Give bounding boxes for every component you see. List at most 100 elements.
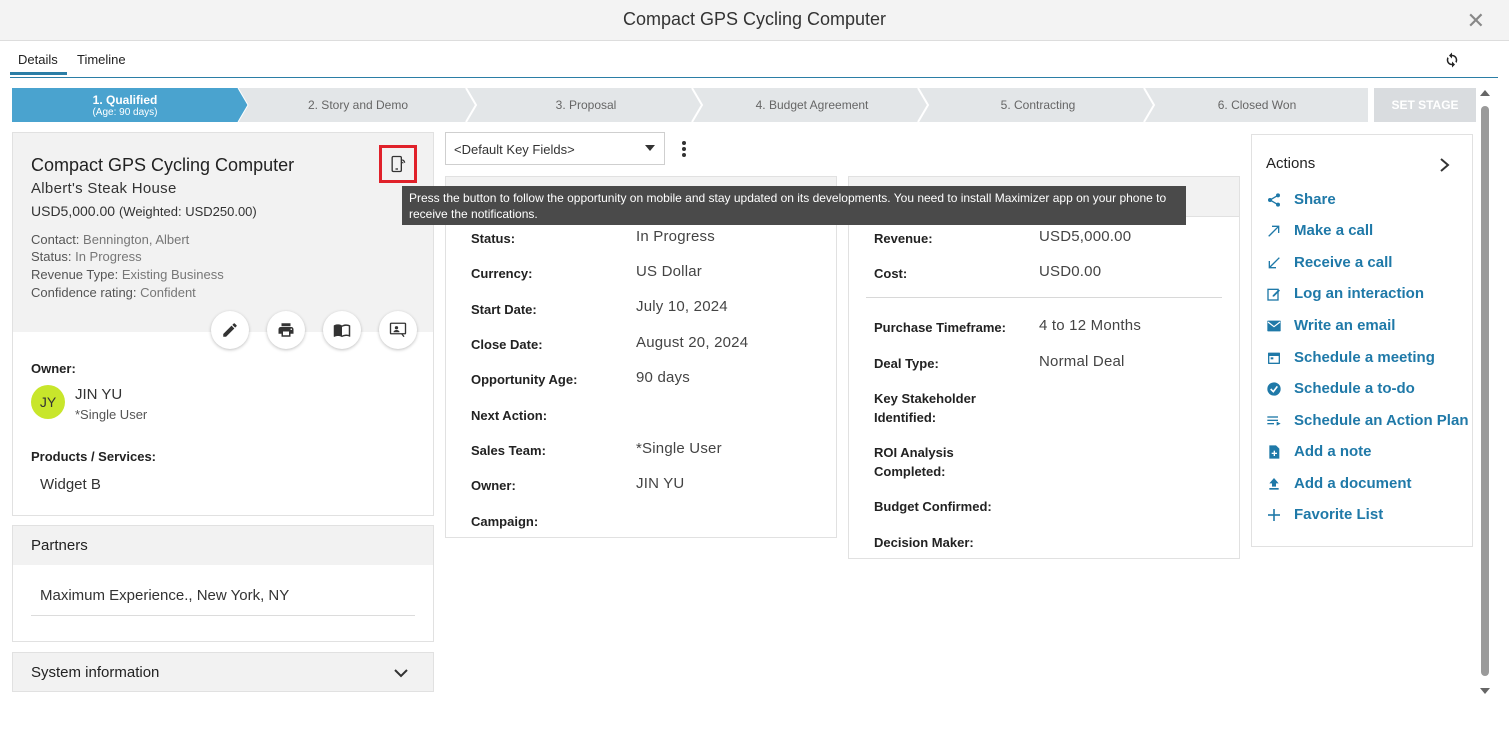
action-label: Favorite List: [1294, 506, 1384, 523]
incoming-call-icon: [1266, 255, 1282, 271]
share-icon: [1266, 192, 1282, 208]
stage-closed-won[interactable]: 6. Closed Won: [1154, 88, 1360, 122]
opportunity-summary-card: Compact GPS Cycling Computer Albert's St…: [12, 132, 434, 516]
info-label: Revenue Type:: [31, 267, 119, 282]
field-value: USD0.00: [1039, 263, 1102, 280]
caret-down-icon: [645, 145, 655, 151]
close-icon[interactable]: ✕: [1467, 8, 1485, 34]
stage-budget-agreement[interactable]: 4. Budget Agreement: [702, 88, 922, 122]
stage-proposal[interactable]: 3. Proposal: [476, 88, 696, 122]
scrollbar-thumb[interactable]: [1481, 106, 1489, 676]
action-label: Add a document: [1294, 475, 1412, 492]
action-label: Receive a call: [1294, 254, 1393, 271]
field-value: 90 days: [636, 369, 690, 386]
field-label: Currency:: [471, 266, 533, 281]
field-value: USD5,000.00: [1039, 228, 1132, 245]
action-label: Schedule a meeting: [1294, 349, 1435, 366]
opportunity-title: Compact GPS Cycling Computer: [31, 155, 295, 175]
field-value: JIN YU: [636, 475, 685, 492]
more-options-icon[interactable]: [680, 140, 688, 158]
field-value: *Single User: [636, 440, 722, 457]
info-revenue-type: Revenue Type: Existing Business: [31, 267, 224, 282]
stage-story-and-demo[interactable]: 2. Story and Demo: [248, 88, 468, 122]
partners-card: Partners Maximum Experience., New York, …: [12, 525, 434, 642]
partner-divider: [31, 615, 415, 616]
refresh-icon[interactable]: [1443, 51, 1461, 69]
outgoing-call-icon: [1266, 223, 1282, 239]
field-label: Cost:: [874, 266, 908, 281]
calendar-icon: [1266, 350, 1282, 366]
stage-label: 1. Qualified: [92, 92, 158, 107]
product-item[interactable]: Widget B: [40, 476, 101, 493]
field-label: Deal Type:: [874, 356, 939, 371]
field-value: July 10, 2024: [636, 298, 728, 315]
key-fields-panel-right: Revenue: USD5,000.00 Cost: USD0.00 Purch…: [848, 176, 1240, 559]
info-contact: Contact: Bennington, Albert: [31, 232, 189, 247]
key-fields-select[interactable]: <Default Key Fields>: [445, 132, 665, 165]
system-information-title: System information: [31, 664, 160, 681]
scroll-down-icon[interactable]: [1480, 688, 1490, 694]
chevron-right-icon[interactable]: [1438, 157, 1452, 173]
action-add-a-document[interactable]: Add a document: [1266, 475, 1412, 492]
tab-details[interactable]: Details: [18, 52, 58, 67]
action-label: Share: [1294, 191, 1336, 208]
tab-timeline[interactable]: Timeline: [77, 52, 126, 67]
check-circle-icon: [1266, 381, 1282, 397]
stage-contracting[interactable]: 5. Contracting: [928, 88, 1148, 122]
action-favorite-list[interactable]: Favorite List: [1266, 506, 1383, 523]
mobile-follow-icon: [391, 155, 406, 173]
field-value: US Dollar: [636, 263, 702, 280]
action-add-a-note[interactable]: Add a note: [1266, 443, 1372, 460]
upload-icon: [1266, 476, 1282, 492]
print-button[interactable]: [267, 311, 305, 349]
field-value: August 20, 2024: [636, 334, 749, 351]
set-stage-button[interactable]: SET STAGE: [1374, 88, 1476, 122]
action-label: Schedule an Action Plan: [1294, 412, 1469, 429]
stage-qualified[interactable]: 1. Qualified (Age: 90 days): [12, 88, 238, 122]
presentation-button[interactable]: [379, 311, 417, 349]
info-label: Contact:: [31, 232, 80, 247]
section-divider: [866, 297, 1222, 298]
action-schedule-a-meeting[interactable]: Schedule a meeting: [1266, 349, 1435, 366]
company-name: Albert's Steak House: [31, 180, 177, 197]
scroll-up-icon[interactable]: [1480, 90, 1490, 96]
info-value: In Progress: [75, 249, 142, 264]
action-write-an-email[interactable]: Write an email: [1266, 317, 1395, 334]
active-tab-indicator: [10, 72, 67, 75]
action-schedule-an-action-plan[interactable]: Schedule an Action Plan: [1266, 412, 1468, 429]
tab-divider: [10, 77, 1498, 78]
partner-item[interactable]: Maximum Experience., New York, NY: [40, 587, 289, 604]
partners-title: Partners: [31, 537, 88, 554]
key-fields-selected: <Default Key Fields>: [454, 142, 575, 157]
action-label: Schedule a to-do: [1294, 380, 1415, 397]
playbook-button[interactable]: [323, 311, 361, 349]
action-share[interactable]: Share: [1266, 191, 1336, 208]
owner-name[interactable]: JIN YU: [75, 386, 122, 403]
action-plan-icon: [1266, 413, 1282, 429]
field-label: Owner:: [471, 478, 516, 493]
action-label: Write an email: [1294, 317, 1396, 334]
edit-button[interactable]: [211, 311, 249, 349]
field-label: Budget Confirmed:: [874, 499, 992, 514]
action-label: Add a note: [1294, 443, 1372, 460]
action-receive-a-call[interactable]: Receive a call: [1266, 254, 1392, 271]
info-value: Bennington, Albert: [83, 232, 190, 247]
field-label: Status:: [471, 231, 516, 246]
chevron-down-icon[interactable]: [393, 667, 409, 679]
actions-title: Actions: [1266, 155, 1316, 172]
follow-on-mobile-button[interactable]: [379, 145, 417, 183]
action-schedule-a-to-do[interactable]: Schedule a to-do: [1266, 380, 1415, 397]
field-label: Sales Team:: [471, 443, 546, 458]
field-label: Next Action:: [471, 408, 548, 423]
pencil-icon: [223, 323, 237, 337]
info-label: Status:: [31, 249, 72, 264]
action-make-a-call[interactable]: Make a call: [1266, 222, 1373, 239]
avatar: JY: [31, 385, 65, 419]
amount-value: USD5,000.00: [31, 203, 116, 219]
field-label: Purchase Timeframe:: [874, 320, 1006, 335]
system-information-section[interactable]: System information: [12, 652, 434, 692]
action-log-an-interaction[interactable]: Log an interaction: [1266, 285, 1424, 302]
field-value: Normal Deal: [1039, 353, 1125, 370]
opportunity-amount: USD5,000.00 (Weighted: USD250.00): [31, 203, 257, 219]
window-titlebar: Compact GPS Cycling Computer ✕: [0, 0, 1509, 41]
